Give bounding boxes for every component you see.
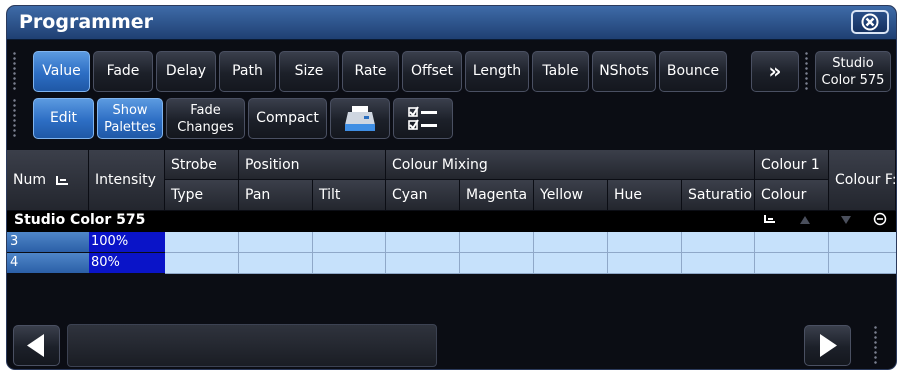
move-up-button[interactable] — [794, 212, 816, 231]
colour-cell[interactable] — [755, 253, 829, 274]
path-button[interactable]: Path — [219, 51, 276, 92]
saturation-cell[interactable] — [682, 253, 755, 274]
sort-icon — [764, 215, 775, 223]
colour1-group-header[interactable]: Colour 1 — [755, 150, 829, 180]
table-button[interactable]: Table — [532, 51, 589, 92]
scroll-left-icon — [27, 334, 44, 357]
fade-button[interactable]: Fade — [93, 51, 153, 92]
group-sort-button[interactable] — [759, 212, 781, 231]
arrow-down-icon — [841, 216, 851, 224]
row-num[interactable]: 3 — [7, 232, 89, 253]
size-button[interactable]: Size — [279, 51, 339, 92]
close-button[interactable] — [851, 10, 889, 34]
nshots-button[interactable]: NShots — [592, 51, 656, 92]
length-button[interactable]: Length — [465, 51, 529, 92]
position-group-header[interactable]: Position — [239, 150, 386, 180]
magenta-header[interactable]: Magenta — [460, 180, 534, 211]
colour-cell[interactable] — [755, 232, 829, 253]
window-title: Programmer — [19, 11, 153, 33]
title-bar[interactable]: Programmer — [7, 6, 896, 40]
compact-button[interactable]: Compact — [248, 98, 327, 139]
saturation-header[interactable]: Saturatio — [682, 180, 755, 211]
strobe-group-header[interactable]: Strobe — [165, 150, 239, 180]
tilt-header[interactable]: Tilt — [313, 180, 386, 211]
scroll-right-button[interactable] — [804, 325, 851, 366]
colour-f-cell[interactable] — [829, 253, 896, 274]
options-toolbar: Edit Show Palettes Fade Changes Compact — [7, 98, 896, 139]
yellow-cell[interactable] — [534, 253, 608, 274]
close-icon — [861, 13, 879, 31]
table-row[interactable]: 4 80% — [7, 253, 896, 274]
row-intensity[interactable]: 100% — [89, 232, 165, 253]
row-num[interactable]: 4 — [7, 253, 89, 274]
arrow-up-icon — [800, 216, 810, 224]
yellow-cell[interactable] — [534, 232, 608, 253]
remove-icon — [873, 212, 887, 226]
magenta-cell[interactable] — [460, 232, 534, 253]
attribute-toolbar: Value Fade Delay Path Size Rate Offset L… — [7, 51, 896, 92]
pan-cell[interactable] — [239, 253, 313, 274]
yellow-header[interactable]: Yellow — [534, 180, 608, 211]
sort-icon — [55, 176, 68, 185]
num-header-label: Num — [13, 172, 46, 188]
rate-button[interactable]: Rate — [342, 51, 399, 92]
select-attributes-button[interactable] — [393, 98, 453, 139]
magenta-cell[interactable] — [460, 253, 534, 274]
fixture-group-title: Studio Color 575 — [14, 212, 146, 228]
checklist-icon — [408, 105, 437, 130]
pan-header[interactable]: Pan — [239, 180, 313, 211]
toolbar1-grip-right[interactable] — [804, 51, 809, 92]
saturation-cell[interactable] — [682, 232, 755, 253]
cyan-cell[interactable] — [386, 253, 460, 274]
fade-changes-button[interactable]: Fade Changes — [166, 98, 245, 139]
programmer-window: Programmer Value Fade Delay Path Size Ra… — [6, 5, 897, 370]
scroll-thumb[interactable] — [67, 324, 437, 367]
fixture-type-button[interactable]: Studio Color 575 — [815, 51, 891, 92]
more-button[interactable]: » — [751, 51, 799, 92]
horizontal-scrollbar — [7, 321, 896, 369]
value-button[interactable]: Value — [33, 51, 90, 92]
strobe-type-header[interactable]: Type — [165, 180, 239, 211]
printer-icon — [345, 105, 375, 131]
colour-f-column-header[interactable]: Colour F: — [829, 150, 896, 211]
scroll-right-icon — [820, 334, 837, 357]
cyan-cell[interactable] — [386, 232, 460, 253]
pan-cell[interactable] — [239, 232, 313, 253]
cyan-header[interactable]: Cyan — [386, 180, 460, 211]
intensity-column-header[interactable]: Intensity — [89, 150, 165, 211]
strobe-type-cell[interactable] — [165, 232, 239, 253]
hue-header[interactable]: Hue — [608, 180, 682, 211]
resize-grip[interactable] — [873, 325, 878, 366]
delay-button[interactable]: Delay — [156, 51, 216, 92]
strobe-type-cell[interactable] — [165, 253, 239, 274]
fixture-group-row: Studio Color 575 — [7, 211, 896, 232]
remove-group-button[interactable] — [869, 212, 891, 231]
bounce-button[interactable]: Bounce — [659, 51, 727, 92]
hue-cell[interactable] — [608, 232, 682, 253]
show-palettes-button[interactable]: Show Palettes — [97, 98, 163, 139]
colour-f-cell[interactable] — [829, 232, 896, 253]
table-row[interactable]: 3 100% — [7, 232, 896, 253]
scroll-left-button[interactable] — [13, 325, 60, 366]
row-intensity[interactable]: 80% — [89, 253, 165, 274]
num-column-header[interactable]: Num — [7, 150, 89, 211]
colour-header[interactable]: Colour — [755, 180, 829, 211]
offset-button[interactable]: Offset — [402, 51, 462, 92]
print-button[interactable] — [330, 98, 390, 139]
tilt-cell[interactable] — [313, 232, 386, 253]
hue-cell[interactable] — [608, 253, 682, 274]
colour-mixing-group-header[interactable]: Colour Mixing — [386, 150, 755, 180]
edit-button[interactable]: Edit — [33, 98, 94, 139]
tilt-cell[interactable] — [313, 253, 386, 274]
move-down-button[interactable] — [835, 212, 857, 231]
